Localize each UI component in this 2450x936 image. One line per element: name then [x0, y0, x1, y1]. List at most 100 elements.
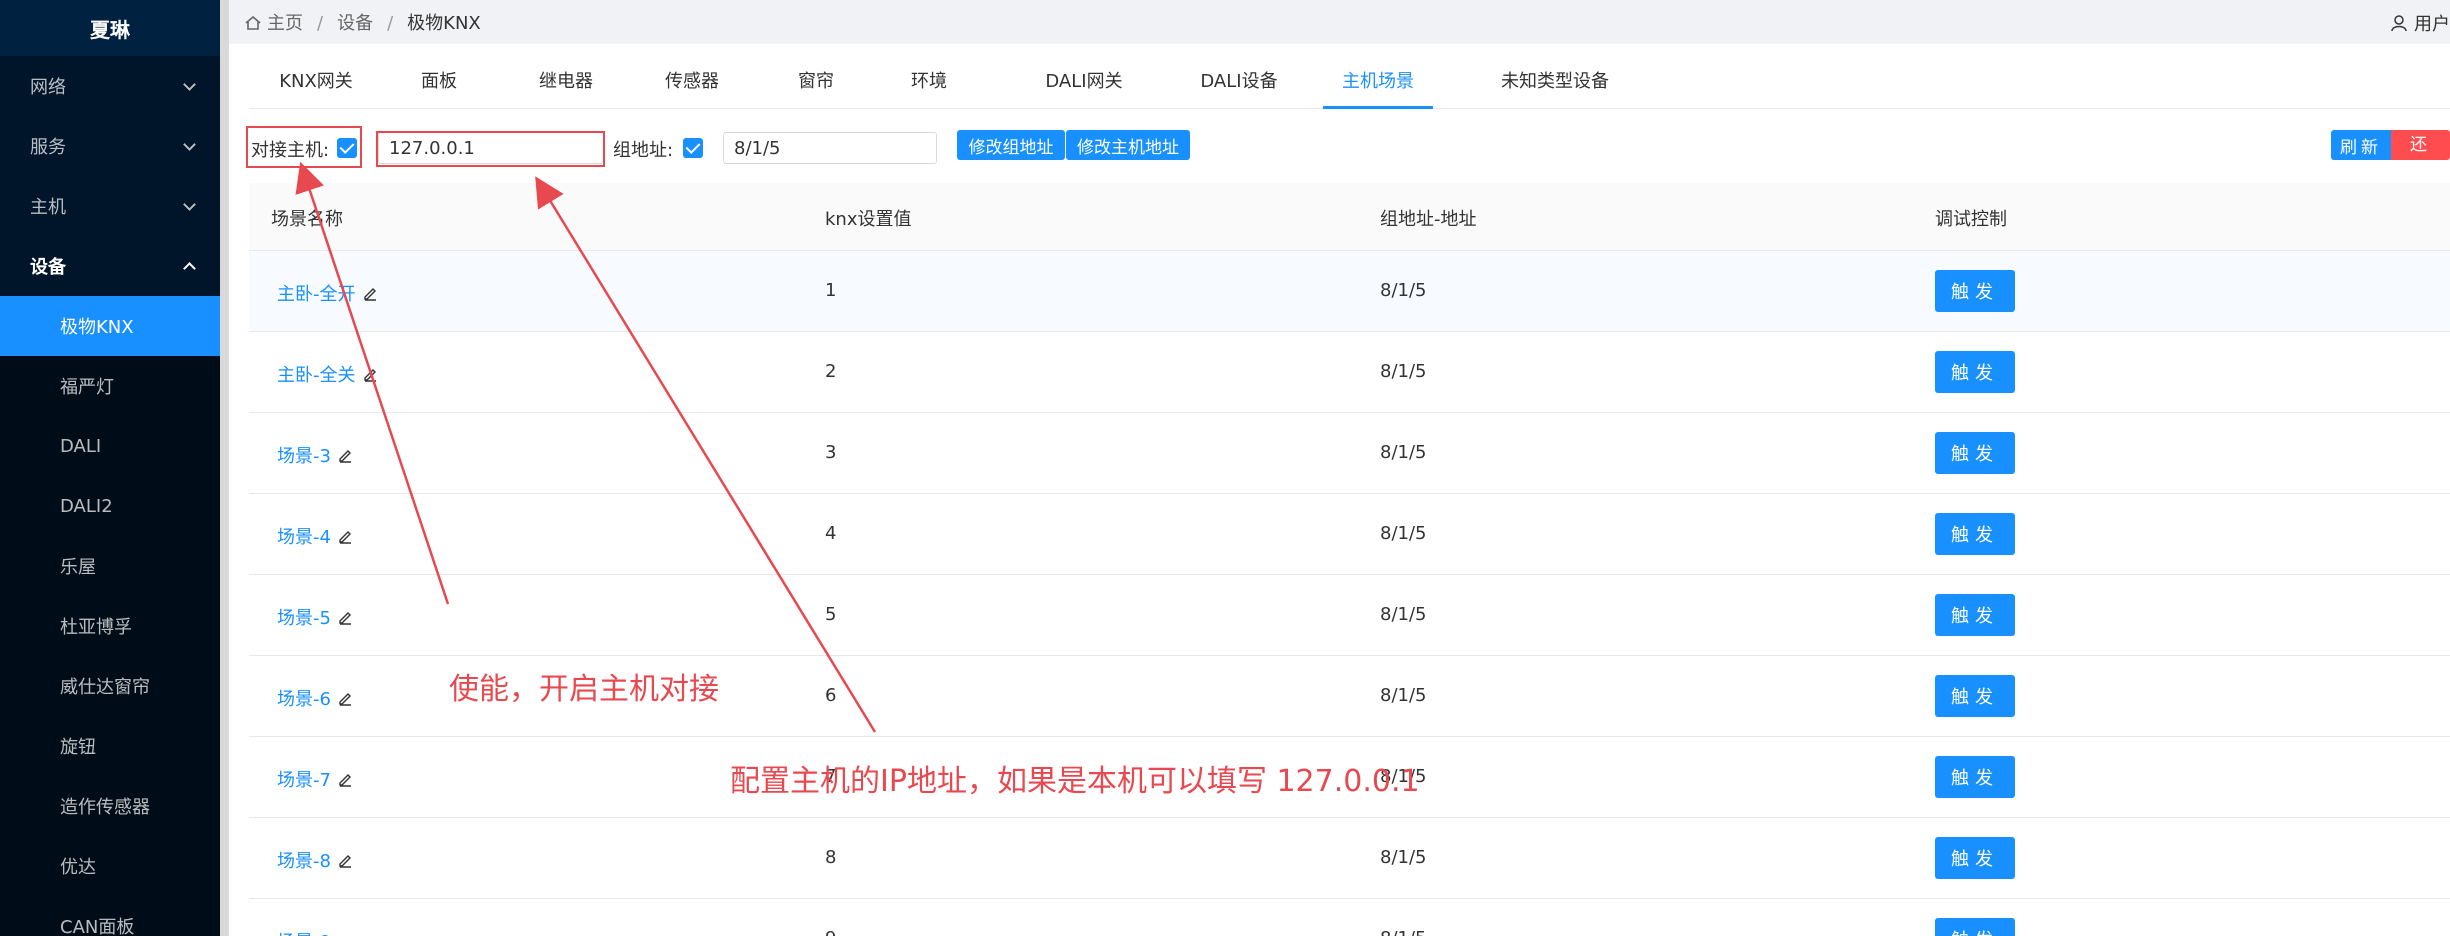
trigger-button[interactable]: 触发: [1935, 432, 2015, 474]
sidebar-item-dali2[interactable]: DALI2: [0, 476, 220, 536]
scene-name-link[interactable]: 主卧-全关: [277, 361, 378, 387]
trigger-button[interactable]: 触发: [1935, 837, 2015, 879]
column-header: 场景名称: [271, 209, 343, 230]
tab-curtain[interactable]: 窗帘: [791, 60, 841, 109]
table-row: 场景-9 9 8/1/5 触发: [249, 899, 2450, 936]
knx-value: 6: [825, 685, 837, 706]
breadcrumb: 主页 / 设备 / 极物KNX: [245, 9, 481, 35]
edit-group-address-button[interactable]: 修改组地址: [957, 130, 1065, 160]
menu-group-label: 网络: [30, 77, 66, 98]
scene-name-link[interactable]: 主卧-全开: [277, 280, 378, 306]
scene-name-link[interactable]: 场景-7: [277, 766, 353, 792]
menu-group-network[interactable]: 网络: [0, 56, 220, 116]
menu-group-label: 主机: [30, 197, 66, 218]
sidebar-item-zaozuo-sensor[interactable]: 造作传感器: [0, 776, 220, 836]
sidebar-item-fuyan-light[interactable]: 福严灯: [0, 356, 220, 416]
sidebar-item-knob[interactable]: 旋钮: [0, 716, 220, 776]
tab-panel[interactable]: 面板: [409, 60, 469, 109]
trigger-button[interactable]: 触发: [1935, 513, 2015, 555]
breadcrumb-separator: /: [387, 13, 394, 34]
menu-group-host[interactable]: 主机: [0, 176, 220, 236]
scene-name-link[interactable]: 场景-8: [277, 847, 353, 873]
column-header: 组地址-地址: [1380, 209, 1477, 230]
annotation-enable-note: 使能，开启主机对接: [449, 672, 719, 707]
group-address: 8/1/5: [1380, 847, 1427, 868]
sidebar-item-lewu[interactable]: 乐屋: [0, 536, 220, 596]
scene-name: 场景-6: [277, 689, 331, 710]
breadcrumb-home[interactable]: 主页: [267, 13, 303, 34]
breadcrumb-current: 极物KNX: [407, 13, 481, 34]
sidebar-item-weishida-curtain[interactable]: 威仕达窗帘: [0, 656, 220, 716]
sidebar-item-knx[interactable]: 极物KNX: [0, 296, 220, 356]
knx-value: 2: [825, 361, 837, 382]
edit-icon[interactable]: [337, 690, 353, 706]
tab-dali-gateway[interactable]: DALI网关: [1029, 60, 1139, 109]
scene-name: 主卧-全关: [277, 365, 356, 386]
table-row: 场景-8 8 8/1/5 触发: [249, 818, 2450, 899]
chevron-down-icon: [183, 77, 196, 91]
breadcrumb-device[interactable]: 设备: [337, 13, 373, 34]
edit-icon[interactable]: [337, 528, 353, 544]
trigger-button[interactable]: 触发: [1935, 351, 2015, 393]
scene-name-link[interactable]: 场景-3: [277, 442, 353, 468]
trigger-button[interactable]: 触发: [1935, 756, 2015, 798]
restore-button[interactable]: 还原: [2391, 130, 2450, 180]
scene-name-link[interactable]: 场景-9: [277, 928, 353, 936]
scene-name: 场景-5: [277, 608, 331, 629]
scene-name-link[interactable]: 场景-5: [277, 604, 353, 630]
edit-icon[interactable]: [337, 609, 353, 625]
scene-name: 主卧-全开: [277, 284, 356, 305]
tab-unknown-device[interactable]: 未知类型设备: [1485, 60, 1625, 109]
table-row: 主卧-全开 1 8/1/5 触发: [249, 251, 2450, 332]
table-header: 场景名称 knx设置值 组地址-地址 调试控制: [249, 183, 2450, 251]
menu-group-device[interactable]: 设备: [0, 236, 220, 296]
trigger-button[interactable]: 触发: [1935, 675, 2015, 717]
tab-dali-device[interactable]: DALI设备: [1184, 60, 1294, 109]
breadcrumb-separator: /: [317, 13, 324, 34]
knx-value: 3: [825, 442, 837, 463]
edit-host-address-button[interactable]: 修改主机地址: [1066, 130, 1190, 160]
scene-name-link[interactable]: 场景-4: [277, 523, 353, 549]
chevron-up-icon: [183, 262, 196, 275]
column-header: 调试控制: [1935, 209, 2007, 230]
trigger-button[interactable]: 触发: [1935, 270, 2015, 312]
chevron-down-icon: [183, 197, 196, 211]
edit-icon[interactable]: [362, 285, 378, 301]
refresh-button[interactable]: 刷新: [2331, 130, 2391, 160]
tab-sensor[interactable]: 传感器: [657, 60, 727, 109]
knx-value: 4: [825, 523, 837, 544]
table-row: 场景-5 5 8/1/5 触发: [249, 575, 2450, 656]
group-address-input[interactable]: [723, 132, 937, 164]
table-row: 场景-3 3 8/1/5 触发: [249, 413, 2450, 494]
brand-title: 夏琳: [0, 0, 220, 56]
group-address: 8/1/5: [1380, 523, 1427, 544]
sidebar-item-can-panel[interactable]: CAN面板: [0, 896, 220, 936]
tab-relay[interactable]: 继电器: [531, 60, 601, 109]
highlight-box-host-enable: [246, 126, 362, 168]
edit-icon[interactable]: [337, 852, 353, 868]
tab-host-scene[interactable]: 主机场景: [1323, 60, 1433, 109]
knx-value: 1: [825, 280, 837, 301]
sidebar-item-dooya[interactable]: 杜亚博孚: [0, 596, 220, 656]
group-address-label: 组地址:: [613, 140, 674, 161]
edit-icon[interactable]: [337, 447, 353, 463]
scene-table: 场景名称 knx设置值 组地址-地址 调试控制 主卧-全开 1 8/1/5 触发…: [249, 183, 2450, 936]
header-bar: 主页 / 设备 / 极物KNX 用户: [229, 0, 2450, 44]
highlight-box-host-ip: [376, 131, 605, 167]
sidebar-item-youda[interactable]: 优达: [0, 836, 220, 896]
scene-name: 场景-7: [277, 770, 331, 791]
tab-knx-gateway[interactable]: KNX网关: [271, 60, 361, 109]
tab-environment[interactable]: 环境: [904, 60, 954, 109]
edit-icon[interactable]: [337, 771, 353, 787]
group-address-checkbox[interactable]: [683, 138, 703, 158]
scene-name: 场景-9: [277, 928, 331, 936]
user-icon: [2391, 15, 2407, 32]
user-menu[interactable]: 用户: [2390, 10, 2450, 36]
scene-name-link[interactable]: 场景-6: [277, 685, 353, 711]
knx-value: 8: [825, 847, 837, 868]
trigger-button[interactable]: 触发: [1935, 918, 2015, 936]
trigger-button[interactable]: 触发: [1935, 594, 2015, 636]
edit-icon[interactable]: [362, 366, 378, 382]
sidebar-item-dali[interactable]: DALI: [0, 416, 220, 476]
annotation-ip-note: 配置主机的IP地址，如果是本机可以填写 127.0.0.1: [730, 764, 1420, 799]
